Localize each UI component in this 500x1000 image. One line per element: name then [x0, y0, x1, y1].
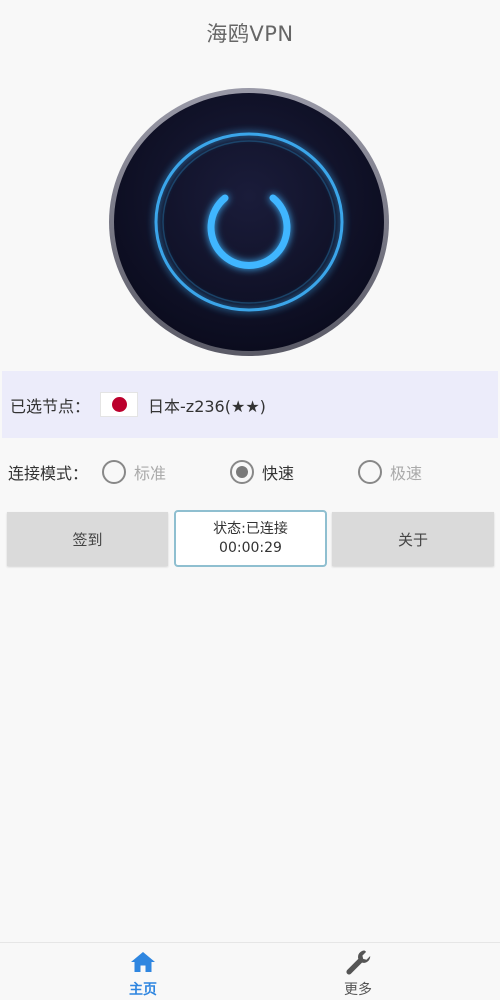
radio-circle-icon — [102, 460, 126, 484]
bottom-nav: 主页 更多 — [0, 942, 500, 1000]
connection-status-box: 状态:已连接 00:00:29 — [174, 510, 327, 567]
selected-node-bar[interactable]: 已选节点： 日本-z236(★★) — [2, 371, 498, 438]
sign-in-button[interactable]: 签到 — [7, 512, 168, 566]
mode-radio-standard[interactable]: 标准 — [102, 460, 166, 484]
wrench-icon — [344, 949, 372, 975]
about-button[interactable]: 关于 — [332, 512, 494, 566]
nav-tab-label: 主页 — [129, 982, 157, 998]
nav-tab-more[interactable]: 更多 — [318, 943, 398, 1000]
app-title: 海鸥VPN — [206, 22, 294, 46]
mode-radio-extreme[interactable]: 极速 — [358, 460, 422, 484]
power-icon — [109, 88, 389, 356]
home-icon — [130, 949, 156, 975]
selected-node-name: 日本-z236(★★) — [148, 396, 266, 416]
radio-circle-icon — [358, 460, 383, 484]
nav-tab-label: 更多 — [344, 982, 372, 998]
selected-node-label: 已选节点： — [10, 396, 91, 416]
mode-radio-label: 极速 — [390, 464, 423, 483]
mode-radio-fast[interactable]: 快速 — [230, 460, 294, 484]
app-screen: 海鸥VPN 已选节点： 日本-z236(★★) 连接模式： 标准 快速 极速 签… — [0, 0, 500, 1000]
radio-checked-icon — [230, 460, 255, 484]
connection-mode-row: 连接模式： 标准 快速 极速 — [8, 455, 492, 489]
connection-mode-label: 连接模式： — [8, 464, 89, 483]
mode-radio-label: 快速 — [262, 464, 295, 483]
nav-tab-home[interactable]: 主页 — [103, 943, 183, 1000]
status-text: 状态:已连接 — [213, 520, 288, 537]
mode-radio-label: 标准 — [134, 464, 167, 483]
japan-flag-icon — [100, 392, 139, 417]
power-button[interactable] — [108, 87, 390, 357]
connection-timer: 00:00:29 — [219, 539, 282, 556]
